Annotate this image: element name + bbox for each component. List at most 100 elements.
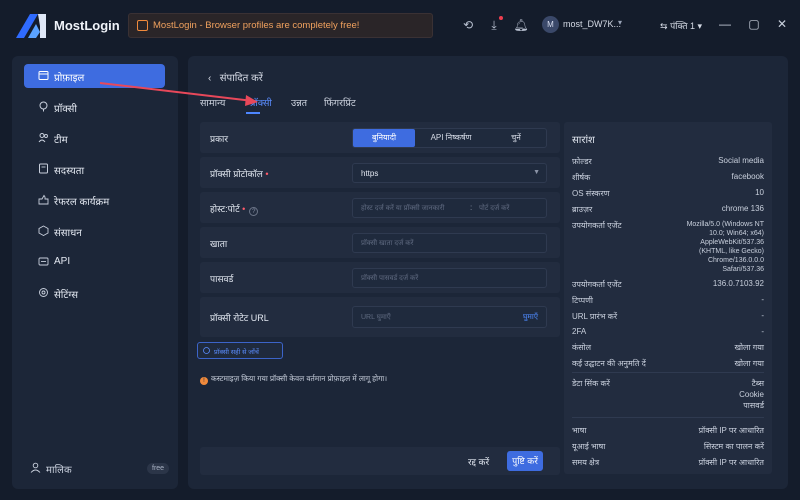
sidebar-item-label: प्रोफ़ाइल <box>54 73 85 84</box>
sidebar-item-settings[interactable]: सेटिंग्स <box>24 281 165 305</box>
gear-icon <box>39 288 48 297</box>
rotate-url-input[interactable]: URL घुमाएँ घुमाएँ <box>352 306 547 328</box>
back-button[interactable]: ‹ संपादित करें <box>208 70 263 84</box>
bell-icon[interactable]: 🔔︎ <box>513 17 529 33</box>
notification-dot <box>499 16 503 20</box>
sidebar: प्रोफ़ाइल प्रॉक्सी टीम सदस्यता रेफरल कार… <box>12 56 178 489</box>
confirm-button[interactable]: पुष्टि करें <box>507 451 543 471</box>
password-input[interactable]: प्रॉक्सी पासवर्ड दर्ज करें <box>352 268 547 288</box>
banner-text: MostLogin - Browser profiles are complet… <box>153 20 360 31</box>
rotate-url-row: प्रॉक्सी रोटेट URL URL घुमाएँ घुमाएँ <box>200 297 560 337</box>
account-input[interactable]: प्रॉक्सी खाता दर्ज करें <box>352 233 547 253</box>
owner-label[interactable]: मालिक <box>46 462 72 476</box>
account-placeholder: प्रॉक्सी खाता दर्ज करें <box>361 240 414 247</box>
referral-icon <box>38 194 49 205</box>
proxy-type-segmented: बुनियादी API निष्कर्षण चुनें <box>352 128 547 148</box>
tab-fingerprint[interactable]: फिंगरप्रिंट <box>324 96 356 109</box>
chevron-down-icon: ▾ <box>697 21 703 31</box>
sidebar-item-subscription[interactable]: सदस्यता <box>24 157 165 181</box>
sidebar-item-label: रेफरल कार्यक्रम <box>54 197 110 208</box>
type-basic-option[interactable]: बुनियादी <box>353 129 415 147</box>
alert-icon: ! <box>200 377 208 385</box>
avatar[interactable]: M <box>542 16 559 33</box>
sidebar-item-proxy[interactable]: प्रॉक्सी <box>24 95 165 119</box>
protocol-row: प्रॉक्सी प्रोटोकॉल • https ▼ <box>200 157 560 188</box>
account-label: खाता <box>210 239 228 249</box>
sidebar-item-label: टीम <box>54 135 68 146</box>
summary-divider <box>572 372 764 373</box>
host-label: होस्ट:पोर्ट •? <box>210 202 259 216</box>
language-label: पंक्ति 1 <box>670 21 695 31</box>
language-icon: ⇆ <box>660 21 668 31</box>
sidebar-item-label: प्रॉक्सी <box>54 104 78 115</box>
api-icon <box>38 257 49 266</box>
chevron-down-icon[interactable]: ▾ <box>618 18 622 27</box>
type-select-option[interactable]: चुनें <box>485 129 547 147</box>
minimize-icon[interactable]: — <box>718 17 732 31</box>
refresh-icon[interactable]: ⟲ <box>460 17 476 33</box>
sidebar-item-label: संसाधन <box>54 228 82 239</box>
type-label: प्रकार <box>210 134 229 144</box>
type-api-option[interactable]: API निष्कर्षण <box>417 129 485 147</box>
form-footer: रद्द करें पुष्टि करें <box>200 447 560 475</box>
port-input[interactable]: पोर्ट दर्ज करें <box>479 204 509 213</box>
language-selector[interactable]: ⇆ पंक्ति 1 ▾ <box>660 19 702 32</box>
plan-badge: free <box>147 463 170 474</box>
host-row: होस्ट:पोर्ट •? होस्ट दर्ज करें या प्रॉक्… <box>200 192 560 223</box>
protocol-label: प्रॉक्सी प्रोटोकॉल • <box>210 169 269 179</box>
summary-row-data-sync: डेटा सिंक करें टैब्स Cookie पासवर्ड <box>572 379 764 410</box>
sidebar-item-api[interactable]: API <box>24 250 165 274</box>
proxy-form: प्रकार बुनियादी API निष्कर्षण चुनें प्रॉ… <box>200 122 560 434</box>
summary-title: सारांश <box>572 135 595 146</box>
protocol-value: https <box>361 169 379 178</box>
type-row: प्रकार बुनियादी API निष्कर्षण चुनें <box>200 122 560 153</box>
subscription-icon <box>39 163 48 174</box>
maximize-icon[interactable]: ▢ <box>747 17 761 31</box>
account-row: खाता प्रॉक्सी खाता दर्ज करें <box>200 227 560 258</box>
cancel-button[interactable]: रद्द करें <box>468 455 489 468</box>
rotate-url-placeholder: URL घुमाएँ <box>361 314 391 321</box>
summary-row-user-agent: उपयोगकर्ता एजेंट Mozilla/5.0 (Windows NT… <box>572 221 764 273</box>
resources-icon <box>38 225 49 236</box>
password-placeholder: प्रॉक्सी पासवर्ड दर्ज करें <box>361 275 419 282</box>
tab-advanced[interactable]: उन्नत <box>291 96 307 109</box>
profile-icon <box>38 71 49 80</box>
mostlogin-logo-icon <box>16 14 46 38</box>
sidebar-item-profile[interactable]: प्रोफ़ाइल <box>24 64 165 88</box>
team-icon <box>38 133 48 143</box>
host-port-field: होस्ट दर्ज करें या प्रॉक्सी जानकारी : पो… <box>352 198 547 218</box>
sidebar-item-team[interactable]: टीम <box>24 126 165 150</box>
sidebar-item-resources[interactable]: संसाधन <box>24 219 165 243</box>
sidebar-item-label: सदस्यता <box>54 166 85 177</box>
password-row: पासवर्ड प्रॉक्सी पासवर्ड दर्ज करें <box>200 262 560 293</box>
chevron-left-icon: ‹ <box>208 73 212 84</box>
proxy-icon <box>39 101 48 112</box>
protocol-select[interactable]: https ▼ <box>352 163 547 183</box>
user-agent-value: Mozilla/5.0 (Windows NT 10.0; Win64; x64… <box>686 221 764 273</box>
host-input[interactable]: होस्ट दर्ज करें या प्रॉक्सी जानकारी <box>361 204 444 213</box>
sidebar-item-referral[interactable]: रेफरल कार्यक्रम <box>24 188 165 212</box>
rotate-url-label: प्रॉक्सी रोटेट URL <box>210 313 269 323</box>
tab-proxy[interactable]: प्रॉक्सी <box>250 96 272 109</box>
chevron-down-icon: ▼ <box>533 169 540 176</box>
warning-icon <box>137 20 148 31</box>
sidebar-item-label: API <box>54 256 71 267</box>
promo-banner[interactable]: MostLogin - Browser profiles are complet… <box>128 13 433 38</box>
user-icon <box>30 462 41 473</box>
page-title: संपादित करें <box>219 73 263 84</box>
close-icon[interactable]: ✕ <box>775 17 789 31</box>
summary-panel: सारांश फ़ोल्डर Social media शीर्षक faceboo… <box>564 122 772 474</box>
check-proxy-icon <box>203 347 210 354</box>
check-proxy-label: प्रॉक्सी सही से जाँचें <box>214 349 259 356</box>
host-port-separator: : <box>470 203 473 212</box>
active-tab-indicator <box>246 112 260 114</box>
user-name[interactable]: most_DW7K... <box>563 19 621 29</box>
sidebar-item-label: सेटिंग्स <box>54 290 78 301</box>
tab-general[interactable]: सामान्य <box>200 96 225 109</box>
check-proxy-button[interactable]: प्रॉक्सी सही से जाँचें <box>197 342 283 359</box>
rotate-link[interactable]: घुमाएँ <box>523 312 538 322</box>
help-icon: ? <box>249 207 259 216</box>
password-label: पासवर्ड <box>210 274 234 284</box>
edit-profile-panel: ‹ संपादित करें सामान्य प्रॉक्सी उन्नत फि… <box>188 56 788 489</box>
summary-divider <box>572 417 764 418</box>
